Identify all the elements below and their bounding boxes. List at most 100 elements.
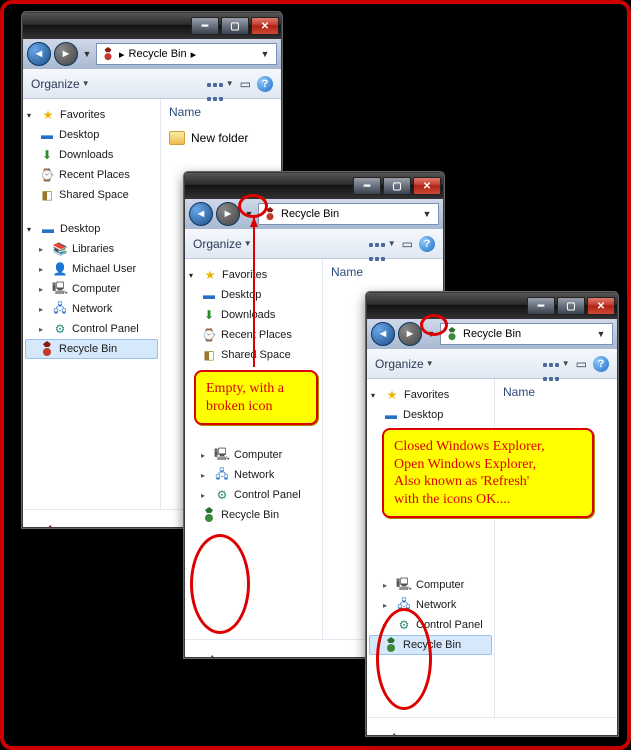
nav-recycle-bin[interactable]: Recycle Bin [187,505,320,525]
nav-network[interactable]: ▸🖧Network [187,465,320,485]
preview-pane-button[interactable]: ▭ [402,237,413,251]
breadcrumb-item[interactable]: Recycle Bin [463,328,521,340]
breadcrumb-sep: ▸ [191,48,197,61]
organize-button[interactable]: Organize▼ [193,237,252,251]
forward-button[interactable]: ► [54,42,78,66]
nav-recycle-bin[interactable]: Recycle Bin [25,339,158,359]
recycle-bin-large-icon [195,652,241,659]
folder-icon [169,131,185,145]
column-header-name[interactable]: Name [331,265,435,279]
details-pane: 0 items [367,717,617,736]
address-field[interactable]: Recycle Bin ▼ [440,323,613,345]
help-button[interactable]: ? [419,236,435,252]
address-dropdown[interactable]: ▼ [594,329,608,339]
nav-downloads[interactable]: ⬇Downloads [187,305,320,325]
nav-downloads[interactable]: ⬇Downloads [25,145,158,165]
close-button[interactable]: ✕ [251,17,279,35]
desktop-icon: ▬ [201,287,217,303]
control-panel-icon: ⚙ [396,617,412,633]
minimize-button[interactable]: ━ [191,17,219,35]
navigation-pane: ▾★Favorites ▬Desktop ⬇Downloads ⌚Recent … [23,99,161,509]
address-dropdown[interactable]: ▼ [258,49,272,59]
address-dropdown[interactable]: ▼ [420,209,434,219]
nav-control-panel[interactable]: ▸⚙Control Panel [187,485,320,505]
recycle-bin-icon [39,341,55,357]
network-icon: 🖧 [396,597,412,613]
organize-button[interactable]: Organize▼ [375,357,434,371]
breadcrumb-item[interactable]: Recycle Bin [281,208,339,220]
minimize-button[interactable]: ━ [527,297,555,315]
view-button[interactable]: ▼ [206,77,234,91]
toolbar: Organize▼ ▼ ▭ ? [185,229,443,259]
view-button[interactable]: ▼ [368,237,396,251]
minimize-button[interactable]: ━ [353,177,381,195]
maximize-button[interactable]: ▢ [221,17,249,35]
close-button[interactable]: ✕ [413,177,441,195]
favorites-group[interactable]: ▾★Favorites [187,265,320,285]
view-button[interactable]: ▼ [542,357,570,371]
nav-history-dropdown[interactable]: ▼ [425,322,437,346]
nav-recycle-bin[interactable]: Recycle Bin [369,635,492,655]
network-icon: 🖧 [214,467,230,483]
nav-control-panel[interactable]: ▸⚙Control Panel [25,319,158,339]
toolbar: Organize▼ ▼ ▭ ? [367,349,617,379]
address-field[interactable]: ▸ Recycle Bin ▸ ▼ [96,43,277,65]
column-header-name[interactable]: Name [169,105,273,119]
address-field[interactable]: Recycle Bin ▼ [258,203,439,225]
file-item[interactable]: New folder [169,129,273,147]
desktop-icon: ▬ [40,221,56,237]
column-header-name[interactable]: Name [503,385,609,399]
nav-computer[interactable]: ▸🖳Computer [25,279,158,299]
user-icon: 👤 [52,261,68,277]
help-button[interactable]: ? [257,76,273,92]
back-button[interactable]: ◄ [27,42,51,66]
nav-recent-places[interactable]: ⌚Recent Places [187,325,320,345]
favorites-group[interactable]: ▾★Favorites [369,385,492,405]
breadcrumb-item[interactable]: Recycle Bin [129,48,187,60]
desktop-group[interactable]: ▾▬Desktop [25,219,158,239]
file-name: New folder [191,131,248,145]
nav-desktop[interactable]: ▬Desktop [25,125,158,145]
recycle-bin-icon [383,637,399,653]
address-bar: ◄ ► ▼ ▸ Recycle Bin ▸ ▼ [23,39,281,69]
maximize-button[interactable]: ▢ [383,177,411,195]
desktop-icon: ▬ [383,407,399,423]
nav-control-panel[interactable]: ▸⚙Control Panel [369,615,492,635]
computer-icon: 🖳 [396,577,412,593]
nav-libraries[interactable]: ▸📚Libraries [25,239,158,259]
favorites-group[interactable]: ▾★Favorites [25,105,158,125]
titlebar[interactable]: ━ ▢ ✕ [23,13,281,39]
forward-button[interactable]: ► [216,202,240,226]
recycle-bin-icon [445,327,459,341]
nav-computer[interactable]: ▸🖳Computer [187,445,320,465]
breadcrumb-sep: ▸ [119,48,125,61]
nav-user[interactable]: ▸👤Michael User [25,259,158,279]
titlebar[interactable]: ━ ▢ ✕ [185,173,443,199]
nav-history-dropdown[interactable]: ▼ [81,42,93,66]
control-panel-icon: ⚙ [214,487,230,503]
nav-desktop[interactable]: ▬Desktop [369,405,492,425]
preview-pane-button[interactable]: ▭ [576,357,587,371]
nav-desktop[interactable]: ▬Desktop [187,285,320,305]
forward-button[interactable]: ► [398,322,422,346]
recent-icon: ⌚ [201,327,217,343]
back-button[interactable]: ◄ [189,202,213,226]
address-bar: ◄ ► ▼ Recycle Bin ▼ [185,199,443,229]
navigation-pane: ▾★Favorites ▬Desktop ⬇Downloads ⌚Recent … [185,259,323,639]
organize-button[interactable]: Organize▼ [31,77,90,91]
nav-network[interactable]: ▸🖧Network [369,595,492,615]
download-icon: ⬇ [201,307,217,323]
nav-shared-space[interactable]: ◧Shared Space [187,345,320,365]
nav-recent-places[interactable]: ⌚Recent Places [25,165,158,185]
maximize-button[interactable]: ▢ [557,297,585,315]
nav-computer[interactable]: ▸🖳Computer [369,575,492,595]
preview-pane-button[interactable]: ▭ [240,77,251,91]
titlebar[interactable]: ━ ▢ ✕ [367,293,617,319]
nav-network[interactable]: ▸🖧Network [25,299,158,319]
nav-history-dropdown[interactable]: ▼ [243,202,255,226]
close-button[interactable]: ✕ [587,297,615,315]
back-button[interactable]: ◄ [371,322,395,346]
recycle-bin-icon [101,47,115,61]
nav-shared-space[interactable]: ◧Shared Space [25,185,158,205]
help-button[interactable]: ? [593,356,609,372]
